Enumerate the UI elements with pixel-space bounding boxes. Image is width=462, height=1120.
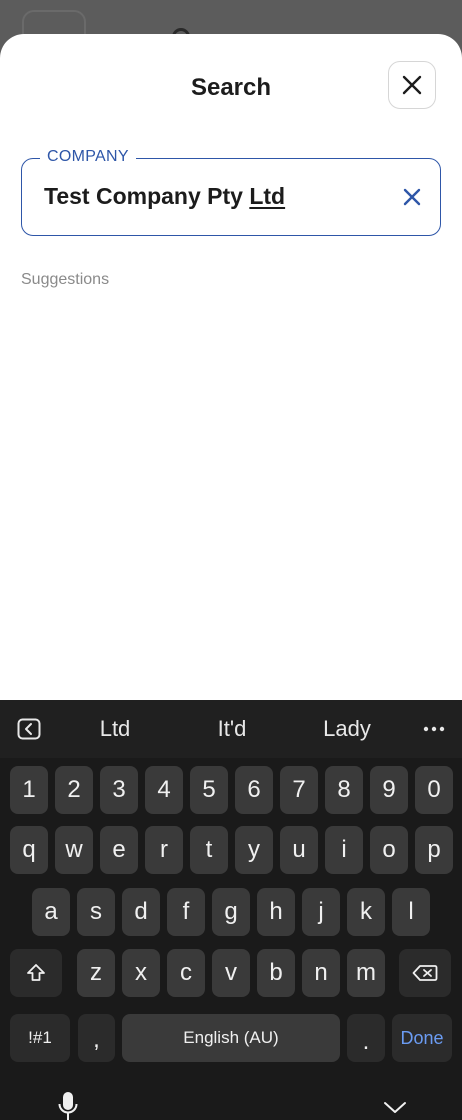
microphone-icon[interactable]: [54, 1090, 82, 1120]
period-key[interactable]: .: [347, 1014, 385, 1062]
more-options-icon[interactable]: [421, 716, 447, 742]
close-button[interactable]: [388, 61, 436, 109]
key-i[interactable]: i: [325, 826, 363, 874]
hide-keyboard-icon[interactable]: [382, 1098, 408, 1116]
keyboard-collapse-icon[interactable]: [16, 716, 42, 742]
space-key[interactable]: English (AU): [122, 1014, 340, 1062]
key-r[interactable]: r: [145, 826, 183, 874]
backspace-key[interactable]: [399, 949, 451, 997]
key-x[interactable]: x: [122, 949, 160, 997]
key-f[interactable]: f: [167, 888, 205, 936]
key-u[interactable]: u: [280, 826, 318, 874]
key-l[interactable]: l: [392, 888, 430, 936]
key-h[interactable]: h: [257, 888, 295, 936]
key-3[interactable]: 3: [100, 766, 138, 814]
keyboard-suggestion-1[interactable]: Ltd: [80, 716, 150, 742]
key-n[interactable]: n: [302, 949, 340, 997]
key-c[interactable]: c: [167, 949, 205, 997]
key-9[interactable]: 9: [370, 766, 408, 814]
key-6[interactable]: 6: [235, 766, 273, 814]
key-t[interactable]: t: [190, 826, 228, 874]
key-q[interactable]: q: [10, 826, 48, 874]
key-d[interactable]: d: [122, 888, 160, 936]
done-key[interactable]: Done: [392, 1014, 452, 1062]
keyboard-suggestion-3[interactable]: Lady: [310, 716, 384, 742]
symbols-key[interactable]: !#1: [10, 1014, 70, 1062]
key-y[interactable]: y: [235, 826, 273, 874]
key-p[interactable]: p: [415, 826, 453, 874]
key-5[interactable]: 5: [190, 766, 228, 814]
key-7[interactable]: 7: [280, 766, 318, 814]
clear-icon: [403, 188, 421, 206]
comma-key[interactable]: ,: [78, 1014, 115, 1062]
company-input[interactable]: Test Company Pty Ltd: [44, 183, 285, 210]
clear-input-button[interactable]: [398, 183, 426, 211]
key-1[interactable]: 1: [10, 766, 48, 814]
key-g[interactable]: g: [212, 888, 250, 936]
key-e[interactable]: e: [100, 826, 138, 874]
key-z[interactable]: z: [77, 949, 115, 997]
key-2[interactable]: 2: [55, 766, 93, 814]
company-field-label: COMPANY: [40, 148, 136, 166]
key-w[interactable]: w: [55, 826, 93, 874]
shift-key[interactable]: [10, 949, 62, 997]
keyboard: Ltd It'd Lady !#1 , English (AU) . Done: [0, 700, 462, 1120]
key-8[interactable]: 8: [325, 766, 363, 814]
company-input-composing-text: Ltd: [249, 183, 286, 209]
shift-icon: [27, 964, 45, 981]
key-m[interactable]: m: [347, 949, 385, 997]
key-j[interactable]: j: [302, 888, 340, 936]
key-b[interactable]: b: [257, 949, 295, 997]
keyboard-toolbar: Ltd It'd Lady: [0, 700, 462, 758]
key-0[interactable]: 0: [415, 766, 453, 814]
key-s[interactable]: s: [77, 888, 115, 936]
key-k[interactable]: k: [347, 888, 385, 936]
company-field[interactable]: COMPANY Test Company Pty Ltd: [21, 148, 441, 236]
keyboard-suggestion-2[interactable]: It'd: [196, 716, 268, 742]
key-v[interactable]: v: [212, 949, 250, 997]
backspace-icon: [412, 965, 438, 981]
key-o[interactable]: o: [370, 826, 408, 874]
key-a[interactable]: a: [32, 888, 70, 936]
search-sheet: Search COMPANY Test Company Pty Ltd Sugg…: [0, 34, 462, 700]
close-icon: [402, 75, 422, 95]
company-input-text: Test Company Pty: [44, 183, 250, 209]
suggestions-heading: Suggestions: [21, 271, 110, 288]
key-4[interactable]: 4: [145, 766, 183, 814]
